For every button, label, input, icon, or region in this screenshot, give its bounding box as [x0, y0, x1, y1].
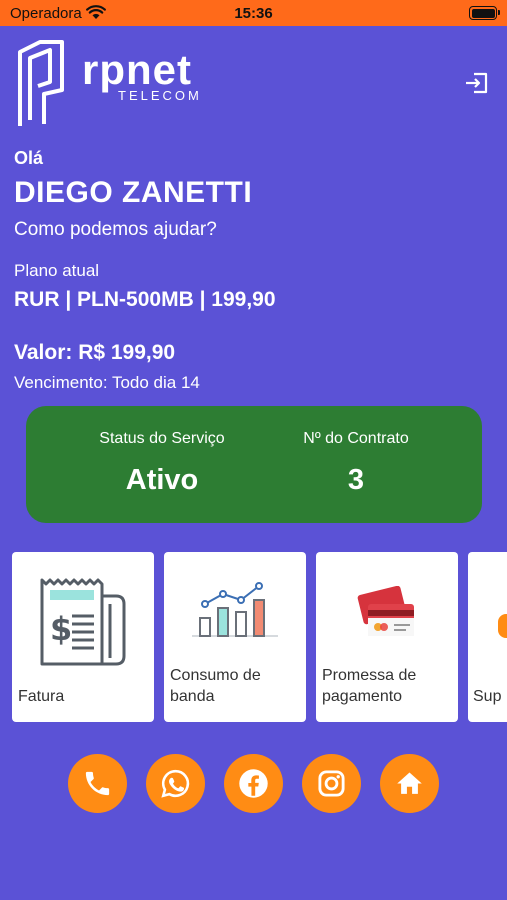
instagram-icon [318, 770, 345, 797]
plan-value: Valor: R$ 199,90 [14, 341, 176, 364]
tile-label: Fatura [18, 688, 65, 705]
tile-label: Sup [473, 688, 502, 705]
invoice-icon: $ [40, 578, 126, 666]
plan-name: RUR | PLN-500MB | 199,90 [14, 288, 276, 311]
home-icon [397, 772, 422, 794]
clock: 15:36 [234, 5, 273, 22]
tile-label: Consumo de banda [170, 667, 261, 705]
logo-mark-icon [18, 40, 64, 126]
logout-icon[interactable] [462, 68, 492, 98]
facebook-button[interactable] [224, 754, 283, 813]
bar-chart-icon [192, 582, 278, 637]
home-button[interactable] [380, 754, 439, 813]
plan-due-date: Vencimento: Todo dia 14 [14, 373, 200, 392]
greeting-hello: Olá [14, 148, 44, 168]
tile-label: Promessa de pagamento [322, 667, 417, 705]
menu-tiles: $ Fatura Consumo de banda Promessa de pa… [12, 552, 507, 722]
plan-label: Plano atual [14, 261, 100, 280]
credit-card-icon [357, 586, 414, 636]
logo-wordmark: rpnet [82, 46, 192, 93]
user-name: DIEGO ZANETTI [14, 176, 253, 209]
facebook-icon [239, 769, 268, 798]
tile-consumo-banda[interactable]: Consumo de banda [164, 552, 306, 722]
battery-icon [469, 6, 500, 20]
svg-text:$: $ [50, 610, 72, 648]
logo-subtitle: TELECOM [118, 88, 202, 103]
status-bar: Operadora 15:36 [0, 0, 507, 26]
whatsapp-icon [161, 769, 190, 798]
service-status-value: Ativo [125, 464, 199, 496]
service-status: Status do Serviço Ativo [62, 430, 262, 497]
rpnet-logo: rpnet TELECOM [14, 36, 214, 132]
support-icon [498, 614, 507, 638]
phone-icon [85, 771, 110, 796]
contract-number-value: 3 [347, 464, 365, 496]
tile-fatura[interactable]: $ Fatura [12, 552, 154, 722]
tile-suporte[interactable]: Sup [468, 552, 507, 722]
service-status-card: Status do Serviço Ativo Nº do Contrato 3 [26, 406, 482, 523]
contract-number-label: Nº do Contrato [303, 430, 409, 447]
whatsapp-button[interactable] [146, 754, 205, 813]
help-text: Como podemos ajudar? [14, 219, 217, 240]
phone-button[interactable] [68, 754, 127, 813]
tile-promessa-pagamento[interactable]: Promessa de pagamento [316, 552, 458, 722]
instagram-button[interactable] [302, 754, 361, 813]
contract-number: Nº do Contrato 3 [256, 430, 456, 497]
service-status-label: Status do Serviço [99, 430, 225, 447]
